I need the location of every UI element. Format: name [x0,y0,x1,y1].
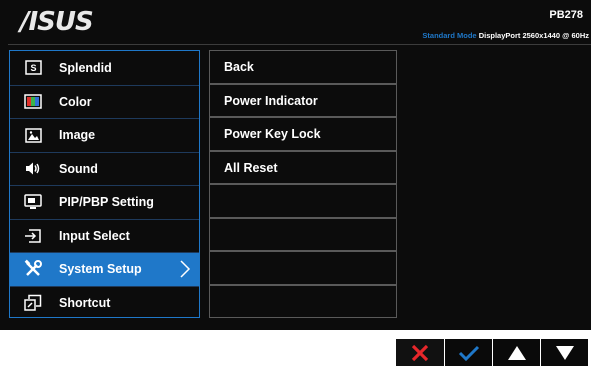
header-divider [8,44,591,45]
pip-icon [23,192,43,212]
up-key[interactable] [492,339,540,366]
osd-panel: /ISUS PB278 Standard Mode DisplayPort 25… [0,0,591,330]
mode-label: Standard Mode [422,31,477,40]
speaker-icon [23,159,43,179]
menu-item-sound[interactable]: Sound [10,151,199,186]
status-line: Standard Mode DisplayPort 2560x1440 @ 60… [422,31,589,40]
chevron-right-icon [179,259,191,282]
submenu-item-power-key-lock[interactable]: Power Key Lock [209,117,397,151]
menu-item-label: Sound [59,161,98,176]
menu-item-label: System Setup [59,262,142,277]
submenu-item-back[interactable]: Back [209,50,397,84]
menu-item-label: Color [59,94,92,109]
submenu-item-empty [209,217,397,251]
submenu-item-all-reset[interactable]: All Reset [209,150,397,184]
menu-item-input-select[interactable]: Input Select [10,218,199,253]
confirm-key[interactable] [444,339,492,366]
svg-text:S: S [30,63,36,73]
brand-logo: /ISUS [20,7,94,37]
menu-item-label: Image [59,128,96,143]
menu-item-label: Splendid [59,60,112,75]
menu-item-system-setup[interactable]: System Setup [10,252,199,286]
model-name: PB278 [549,9,583,21]
submenu-item-empty [209,184,397,218]
menu-item-splendid[interactable]: S Splendid [10,51,199,85]
menu-item-label: PIP/PBP Setting [59,195,154,210]
down-arrow-icon [555,345,574,360]
submenu-item-empty [209,251,397,285]
check-icon [458,345,479,361]
color-icon [23,92,43,112]
submenu: Back Power Indicator Power Key Lock All … [209,50,397,318]
image-icon [23,125,43,145]
menu-item-color[interactable]: Color [10,84,199,119]
menu-item-label: Shortcut [59,295,111,310]
close-key[interactable] [396,339,444,366]
menu-item-pip-pbp[interactable]: PIP/PBP Setting [10,185,199,219]
submenu-item-empty [209,284,397,318]
menu-item-shortcut[interactable]: Shortcut [10,285,199,320]
close-icon [411,344,429,361]
resolution-label: 2560x1440 @ 60Hz [522,31,589,40]
menu-item-label: Input Select [59,228,130,243]
down-key[interactable] [540,339,588,366]
splendid-icon: S [23,58,43,78]
input-label: DisplayPort [478,31,521,40]
shortcut-icon [23,293,43,313]
menu-item-image[interactable]: Image [10,118,199,152]
submenu-item-power-indicator[interactable]: Power Indicator [209,83,397,117]
up-arrow-icon [507,345,526,360]
main-menu: S Splendid Color Image Sound PIP/PBP Set… [9,50,200,318]
control-keys [396,339,588,366]
input-select-icon [23,226,43,246]
tools-icon [23,259,43,279]
